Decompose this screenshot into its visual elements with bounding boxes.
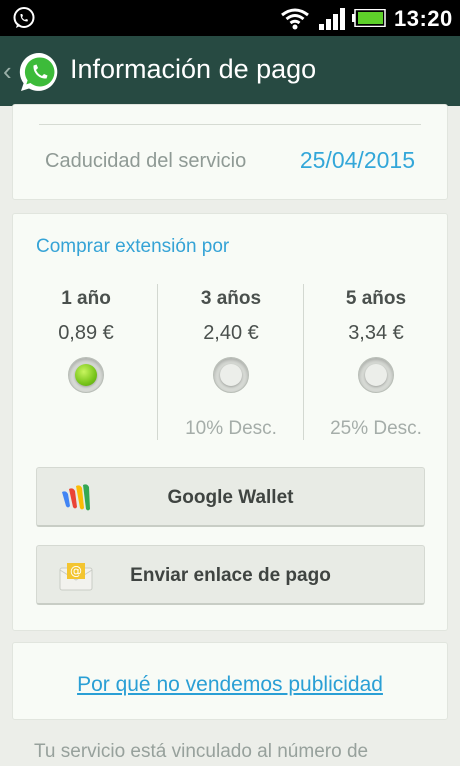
option-radio-1-year[interactable] (68, 357, 104, 393)
status-time: 13:20 (394, 6, 453, 31)
option-5-years[interactable]: 5 años 3,34 € 25% Desc. (303, 282, 449, 442)
purchase-extension-card: Comprar extensión por 1 año 0,89 € 3 año… (12, 213, 448, 631)
status-bar: 13:20 (0, 0, 460, 36)
action-bar: ‹ Información de pago (0, 36, 460, 106)
signal-icon (319, 8, 345, 30)
google-wallet-label: Google Wallet (167, 487, 294, 508)
back-chevron-icon[interactable]: ‹ (3, 56, 12, 87)
expiry-date: 25/04/2015 (299, 147, 415, 173)
option-discount: 10% Desc. (185, 418, 277, 439)
option-price: 2,40 € (203, 322, 259, 344)
page-title: Información de pago (70, 54, 317, 84)
option-period: 5 años (345, 288, 407, 309)
wifi-icon (281, 8, 309, 30)
whatsapp-logo-icon[interactable] (18, 50, 62, 94)
whatsapp-notification-icon (13, 7, 35, 28)
send-payment-link-label: Enviar enlace de pago (130, 565, 331, 586)
option-1-year[interactable]: 1 año 0,89 € (13, 282, 159, 442)
option-radio-3-years[interactable] (213, 357, 249, 393)
extension-heading: Comprar extensión por (36, 236, 230, 257)
send-payment-link-button[interactable]: @ Enviar enlace de pago (36, 545, 425, 605)
service-expiry-card: Caducidad del servicio 25/04/2015 (12, 104, 448, 200)
option-radio-5-years[interactable] (358, 357, 394, 393)
google-wallet-button[interactable]: Google Wallet (36, 467, 425, 527)
option-discount: 25% Desc. (330, 418, 422, 439)
divider (39, 124, 421, 125)
option-3-years[interactable]: 3 años 2,40 € 10% Desc. (158, 282, 304, 442)
option-period: 1 año (61, 288, 111, 309)
no-ads-link[interactable]: Por qué no vendemos publicidad (13, 673, 447, 697)
option-price: 0,89 € (58, 322, 114, 344)
option-period: 3 años (200, 288, 262, 309)
option-price: 3,34 € (348, 322, 404, 344)
service-linked-text: Tu servicio está vinculado al número de (34, 741, 369, 762)
ads-info-card: Por qué no vendemos publicidad (12, 642, 448, 720)
expiry-label: Caducidad del servicio (45, 150, 247, 172)
battery-icon (352, 9, 386, 27)
